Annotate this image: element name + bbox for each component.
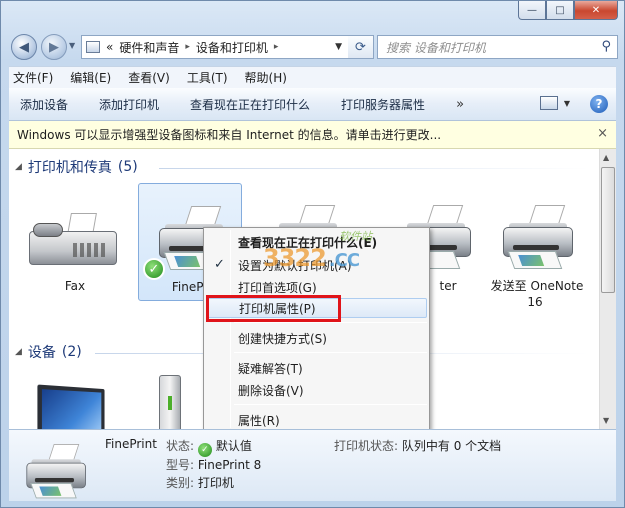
printer-icon [499, 205, 579, 275]
collapse-triangle-icon[interactable]: ◢ [15, 162, 22, 172]
address-bar[interactable]: « 硬件和声音 ▸ 设备和打印机 ▸ ▼ [81, 35, 373, 59]
printer-status-key: 打印机状态: [334, 439, 399, 453]
close-icon[interactable]: × [597, 126, 608, 141]
help-icon[interactable]: ? [590, 95, 608, 113]
checkmark-icon: ✓ [214, 257, 225, 272]
change-view-icon[interactable] [540, 96, 558, 110]
add-printer-button[interactable]: 添加打印机 [99, 96, 159, 113]
menu-separator [234, 404, 427, 405]
menu-help[interactable]: 帮助(H) [245, 69, 287, 86]
status-value: 默认值 [215, 439, 252, 453]
menu-separator [234, 352, 427, 353]
watermark-sub: 软件站 [339, 230, 372, 243]
add-device-button[interactable]: 添加设备 [20, 96, 68, 113]
menu-item-remove-device[interactable]: 删除设备(V) [206, 380, 427, 400]
collapse-triangle-icon[interactable]: ◢ [15, 347, 22, 357]
status-key: 状态: [166, 439, 195, 453]
group-title: 设备 [27, 345, 56, 361]
highlight-annotation-box [206, 295, 341, 322]
device-fax[interactable]: Fax [23, 183, 127, 301]
address-dropdown-icon[interactable]: ▼ [335, 42, 342, 52]
search-placeholder: 搜索 设备和打印机 [386, 40, 486, 55]
monitor-icon[interactable] [37, 384, 105, 429]
breadcrumb-chevron-icon[interactable]: ▸ [274, 42, 279, 52]
search-icon[interactable]: ⚲ [601, 39, 611, 54]
group-header-printers[interactable]: ◢ 打印机和传真 (5) [15, 157, 138, 177]
details-category-row: 类别: 打印机 [166, 474, 234, 491]
breadcrumb-chevron-icon[interactable]: ▸ [185, 42, 190, 52]
watermark-suffix: .CC [328, 250, 360, 271]
scroll-up-icon[interactable]: ▲ [603, 153, 609, 162]
menu-item-properties[interactable]: 属性(R) [206, 410, 427, 430]
model-key: 型号: [166, 458, 195, 472]
menu-bar: 文件(F) 编辑(E) 查看(V) 工具(T) 帮助(H) [9, 66, 616, 88]
command-bar: 添加设备 添加打印机 查看现在正在打印什么 打印服务器属性 » ▼ ? [9, 88, 616, 121]
device-label: Fax [64, 279, 86, 293]
group-count: (2) [61, 344, 82, 360]
address-overflow[interactable]: « [106, 40, 113, 54]
group-count: (5) [117, 159, 138, 175]
menu-view[interactable]: 查看(V) [128, 69, 170, 86]
category-value: 打印机 [197, 476, 234, 490]
forward-button[interactable]: ▶ [41, 34, 67, 60]
print-server-properties-button[interactable]: 打印服务器属性 [341, 96, 425, 113]
details-status-row: 状态: ✓ 默认值 [166, 437, 252, 457]
info-bar[interactable]: Windows 可以显示增强型设备图标和来自 Internet 的信息。请单击进… [9, 121, 616, 149]
minimize-button[interactable]: — [518, 1, 546, 20]
group-title: 打印机和传真 [27, 160, 112, 176]
menu-edit[interactable]: 编辑(E) [70, 69, 111, 86]
maximize-button[interactable]: □ [546, 1, 574, 20]
device-label-line2: 16 [527, 295, 543, 309]
computer-tower-icon[interactable] [159, 375, 181, 429]
vertical-scrollbar[interactable]: ▲ ▼ [599, 149, 616, 429]
details-device-name: FinePrint [105, 437, 157, 451]
device-label: 发送至 OneNote [490, 279, 584, 293]
device-send-to-onenote[interactable]: 发送至 OneNote 16 [483, 183, 587, 309]
menu-item-create-shortcut[interactable]: 创建快捷方式(S) [206, 328, 427, 348]
search-input[interactable]: 搜索 设备和打印机 ⚲ [377, 35, 618, 59]
status-ok-icon: ✓ [197, 443, 212, 457]
view-dropdown-icon[interactable]: ▼ [564, 99, 570, 108]
info-bar-text[interactable]: Windows 可以显示增强型设备图标和来自 Internet 的信息。请单击进… [17, 126, 441, 143]
scroll-down-icon[interactable]: ▼ [603, 416, 609, 425]
watermark-main: 3322 [263, 244, 327, 272]
group-header-devices[interactable]: ◢ 设备 (2) [15, 342, 82, 362]
details-pane: FinePrint 状态: ✓ 默认值 型号: FinePrint 8 类别: 打… [9, 429, 616, 501]
refresh-button[interactable]: ⟳ [348, 35, 374, 59]
recent-pages-dropdown-icon[interactable]: ▼ [69, 41, 75, 50]
selected-printer-icon [23, 444, 86, 499]
menu-tools[interactable]: 工具(T) [187, 69, 228, 86]
default-check-icon: ✓ [143, 258, 165, 280]
details-model-row: 型号: FinePrint 8 [166, 456, 261, 473]
back-button[interactable]: ◀ [11, 34, 37, 60]
breadcrumb-devices-printers[interactable]: 设备和打印机 [196, 39, 268, 56]
printer-status-value: 队列中有 0 个文档 [401, 439, 502, 453]
watermark-logo: 3322 .CC [263, 244, 360, 272]
navigation-bar: ◀ ▶ ▼ « 硬件和声音 ▸ 设备和打印机 ▸ ▼ ⟳ 搜索 设备和打印机 ⚲ [9, 32, 618, 60]
model-value: FinePrint 8 [197, 458, 262, 472]
group-divider [159, 168, 589, 169]
menu-file[interactable]: 文件(F) [13, 69, 53, 86]
breadcrumb-hardware-sound[interactable]: 硬件和声音 [119, 39, 179, 56]
details-printer-status-row: 打印机状态: 队列中有 0 个文档 [334, 437, 501, 454]
more-commands-button[interactable]: » [456, 97, 464, 112]
menu-item-printing-preferences[interactable]: 打印首选项(G) [206, 277, 427, 297]
scroll-thumb[interactable] [601, 167, 615, 293]
explorer-window: — □ ✕ ◀ ▶ ▼ « 硬件和声音 ▸ 设备和打印机 ▸ ▼ ⟳ 搜索 设备… [0, 0, 625, 508]
menu-item-troubleshoot[interactable]: 疑难解答(T) [206, 358, 427, 378]
see-whats-printing-button[interactable]: 查看现在正在打印什么 [190, 96, 310, 113]
fax-icon [29, 213, 119, 273]
category-key: 类别: [166, 476, 195, 490]
caption-buttons: — □ ✕ [518, 1, 618, 20]
address-icon [86, 41, 100, 53]
menu-separator [234, 322, 427, 323]
close-button[interactable]: ✕ [574, 1, 618, 20]
